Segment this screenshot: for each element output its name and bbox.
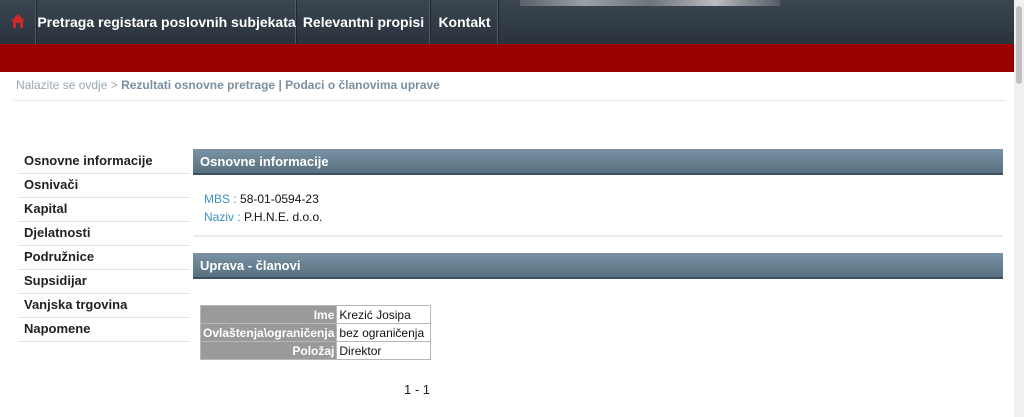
sidebar-item-notes[interactable]: Napomene: [18, 318, 190, 342]
header-decoration: [520, 0, 780, 6]
breadcrumb-prefix: Nalazite se ovdje >: [16, 78, 118, 92]
breadcrumb: Nalazite se ovdje > Rezultati osnovne pr…: [16, 78, 440, 92]
sidebar-item-basic-info[interactable]: Osnovne informacije: [18, 150, 190, 174]
sidebar-item-activities[interactable]: Djelatnosti: [18, 222, 190, 246]
management-table: Ime Krezić Josipa Ovlaštenja\ograničenja…: [199, 305, 432, 360]
breadcrumb-divider: [14, 100, 1006, 101]
sidebar: Osnovne informacije Osnivači Kapital Dje…: [18, 150, 190, 342]
mbs-value: 58-01-0594-23: [240, 192, 319, 206]
header-red-band: [0, 44, 1024, 72]
top-navigation: Pretraga registara poslovnih subjekata R…: [0, 0, 1024, 44]
member-name-value: Krezić Josipa: [336, 305, 432, 324]
sidebar-item-branches[interactable]: Podružnice: [18, 246, 190, 270]
sidebar-item-capital[interactable]: Kapital: [18, 198, 190, 222]
home-icon: [11, 14, 25, 28]
mbs-row: MBS : 58-01-0594-23: [204, 192, 319, 206]
scrollbar-thumb[interactable]: [1016, 6, 1022, 84]
breadcrumb-path[interactable]: Rezultati osnovne pretrage | Podaci o čl…: [121, 78, 440, 92]
member-authority-key: Ovlaštenja\ograničenja: [199, 323, 338, 342]
member-position-value: Direktor: [336, 341, 432, 360]
home-button[interactable]: [0, 0, 37, 44]
member-authority-value: bez ograničenja: [336, 323, 432, 342]
sidebar-item-foreign-trade[interactable]: Vanjska trgovina: [18, 294, 190, 318]
nav-item-contact[interactable]: Kontakt: [431, 0, 499, 44]
naziv-label: Naziv :: [204, 210, 241, 224]
member-name-key: Ime: [199, 305, 338, 324]
naziv-row: Naziv : P.H.N.E. d.o.o.: [204, 210, 323, 224]
member-position-key: Položaj: [199, 341, 338, 360]
basic-info-header: Osnovne informacije: [193, 149, 1003, 175]
nav-item-registry-search[interactable]: Pretraga registara poslovnih subjekata: [37, 0, 297, 44]
naziv-value: P.H.N.E. d.o.o.: [244, 210, 323, 224]
table-row: Položaj Direktor: [199, 341, 432, 360]
sidebar-item-subsidiary[interactable]: Supsidijar: [18, 270, 190, 294]
pagination: 1 - 1: [404, 382, 431, 397]
table-row: Ovlaštenja\ograničenja bez ograničenja: [199, 323, 432, 342]
sidebar-item-founders[interactable]: Osnivači: [18, 174, 190, 198]
nav-item-regulations[interactable]: Relevantni propisi: [297, 0, 431, 44]
management-header: Uprava - članovi: [193, 253, 1003, 279]
mbs-label: MBS :: [204, 192, 237, 206]
table-row: Ime Krezić Josipa: [199, 305, 432, 324]
panel-divider: [193, 235, 1003, 237]
